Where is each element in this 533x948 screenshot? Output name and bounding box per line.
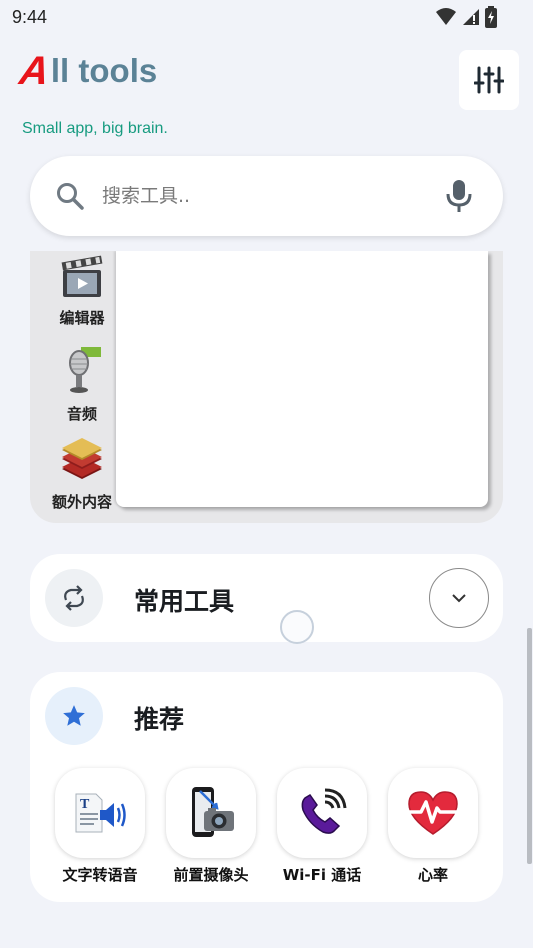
category-label: 额外内容 (51, 493, 112, 511)
recommended-title: 推荐 (134, 705, 185, 734)
scrollbar[interactable] (527, 628, 532, 864)
star-icon (63, 705, 85, 726)
tool-front-camera[interactable]: 前置摄像头 (156, 768, 266, 885)
recommended-card: 推荐 T 文字转语音 前置摄像头 Wi-Fi 通话 心率 (30, 672, 503, 902)
category-label: 音频 (66, 405, 97, 423)
category-panel: 编辑器 音频 额外内容 (30, 251, 503, 523)
category-label: 编辑器 (59, 309, 105, 327)
microphone-icon[interactable] (443, 178, 475, 214)
app-title-text: ll tools (50, 52, 158, 89)
status-icons (435, 6, 497, 28)
chevron-down-icon (452, 594, 466, 603)
category-content-pane (116, 251, 488, 507)
loading-spinner (280, 610, 314, 644)
tool-tile[interactable] (277, 768, 367, 858)
app-title: A ll tools (16, 49, 158, 93)
tool-heart-rate[interactable]: 心率 (378, 768, 488, 885)
text-to-speech-icon: T (75, 793, 126, 833)
wifi-icon (436, 8, 456, 25)
video-editor-icon (61, 255, 103, 297)
wifi-call-icon (301, 788, 347, 834)
tool-label: 文字转语音 (62, 866, 138, 884)
tool-label: 心率 (417, 866, 448, 884)
common-tools-icon-wrap (45, 569, 103, 627)
sliders-icon (474, 66, 504, 94)
svg-text:T: T (80, 797, 90, 812)
search-bar[interactable] (30, 156, 503, 236)
category-audio[interactable]: 音频 (42, 345, 122, 424)
tool-label: Wi-Fi 通话 (282, 866, 362, 884)
microphone-icon (69, 347, 101, 393)
tool-text-to-speech[interactable]: T 文字转语音 (45, 768, 155, 885)
tool-label: 前置摄像头 (173, 866, 249, 884)
tool-tile[interactable]: T (55, 768, 145, 858)
tool-tile[interactable] (166, 768, 256, 858)
search-input[interactable] (102, 176, 422, 216)
tool-wifi-call[interactable]: Wi-Fi 通话 (267, 768, 377, 885)
common-tools-title: 常用工具 (134, 587, 235, 616)
repeat-icon (64, 585, 84, 611)
common-tools-card[interactable]: 常用工具 (30, 554, 503, 642)
expand-button[interactable] (429, 568, 489, 628)
heart-rate-icon (405, 791, 461, 835)
status-bar: 9:44 (0, 0, 533, 36)
category-editor[interactable]: 编辑器 (42, 253, 122, 328)
logo-letter: A (16, 49, 52, 93)
search-icon[interactable] (54, 180, 86, 212)
status-time: 9:44 (12, 7, 48, 27)
filter-settings-button[interactable] (459, 50, 519, 110)
front-camera-icon (192, 787, 234, 837)
recommended-icon-wrap (45, 687, 103, 745)
category-extra-content[interactable]: 额外内容 (42, 437, 122, 512)
layers-icon (62, 438, 102, 479)
tool-tile[interactable] (388, 768, 478, 858)
battery-icon (485, 6, 497, 28)
signal-icon (463, 9, 479, 25)
tagline: Small app, big brain. (22, 120, 168, 137)
